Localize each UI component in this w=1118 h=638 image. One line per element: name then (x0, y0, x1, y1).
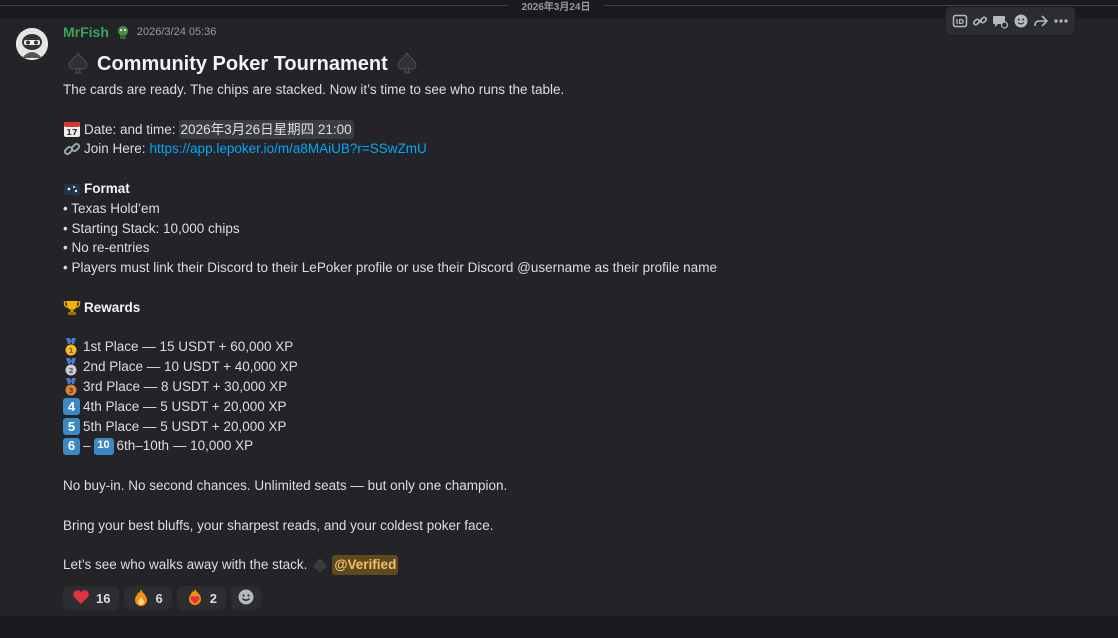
buyin-text: No buy-in. No second chances. Unlimited … (63, 477, 508, 493)
final-line: Let’s see who walks away with the stack.… (63, 555, 1103, 575)
spade-icon (394, 50, 420, 81)
emoji-icon[interactable] (1011, 10, 1031, 32)
keycap-10-icon: 10 (93, 437, 114, 455)
message-title: Community Poker Tournament (65, 50, 1103, 80)
keycap-5-icon: 5 (63, 417, 80, 435)
message-header: MrFish 2026/3/24 05:36 (63, 23, 216, 41)
avatar[interactable] (16, 28, 48, 60)
verified-role-mention[interactable]: @Verified (332, 555, 399, 575)
format-item: • Players must link their Discord to the… (63, 260, 717, 276)
reward-line: 6 – 10 6th–10th — 10,000 XP (63, 436, 1103, 456)
link-emoji-icon (63, 140, 81, 158)
sparkles-icon (63, 180, 81, 198)
svg-text:2: 2 (69, 367, 74, 375)
forward-icon[interactable] (1031, 10, 1051, 32)
keycap-6-icon: 6 (63, 437, 80, 455)
format-item: • Texas Hold’em (63, 200, 160, 216)
format-heading: Format (63, 179, 1103, 199)
2nd-place-medal-icon: 2 (63, 358, 79, 376)
timestamp[interactable]: 2026/3/24 05:36 (137, 26, 217, 38)
format-item: • Starting Stack: 10,000 chips (63, 220, 240, 236)
intro-text: The cards are ready. The chips are stack… (63, 82, 565, 97)
reply-thread-icon[interactable] (990, 10, 1010, 32)
add-emoji-icon (237, 588, 255, 609)
fire-icon (133, 588, 149, 609)
reward-line: 5 5th Place — 5 USDT + 20,000 XP (63, 417, 1103, 437)
username[interactable]: MrFish (63, 24, 109, 40)
heart-on-fire-icon (186, 588, 204, 609)
heart-icon (72, 589, 90, 608)
rewards-heading: Rewards (63, 298, 1103, 318)
keycap-4-icon: 4 (63, 398, 80, 416)
trophy-icon (63, 299, 81, 317)
svg-text:17: 17 (66, 128, 77, 137)
svg-text:ID: ID (956, 18, 965, 26)
1st-place-medal-icon: 1 (63, 338, 79, 356)
club-icon (312, 557, 328, 573)
reaction-fire[interactable]: 6 (124, 586, 172, 610)
svg-text:3: 3 (69, 387, 74, 395)
join-line: Join Here: https://app.lepoker.io/m/a8MA… (63, 139, 1103, 159)
format-item: • No re-entries (63, 240, 150, 256)
calendar-icon: 17 (63, 120, 81, 138)
bottom-bar (0, 616, 1118, 638)
bluffs-text: Bring your best bluffs, your sharpest re… (63, 517, 494, 533)
3rd-place-medal-icon: 3 (63, 377, 79, 396)
join-link[interactable]: https://app.lepoker.io/m/a8MAiUB?r=SSwZm… (150, 139, 427, 159)
reactions-bar: 16 6 2 (63, 586, 261, 610)
reward-line: 2 2nd Place — 10 USDT + 40,000 XP (63, 357, 1103, 377)
date-divider-label: 2026年3月24日 (521, 2, 591, 13)
message-content: Community Poker Tournament The cards are… (63, 50, 1103, 575)
svg-text:1: 1 (69, 347, 74, 355)
message-toolbar: ID (945, 6, 1076, 36)
add-reaction-button[interactable] (230, 586, 261, 610)
reaction-heart-on-fire[interactable]: 2 (176, 586, 226, 610)
id-icon[interactable]: ID (950, 10, 970, 32)
server-tag-icon[interactable] (115, 24, 131, 40)
date-line: 17 Date: and time: 2026年3月26日星期四 21:00 (63, 119, 1103, 140)
date-time-chip[interactable]: 2026年3月26日星期四 21:00 (178, 119, 354, 140)
more-icon[interactable] (1051, 10, 1071, 32)
reward-line: 4 4th Place — 5 USDT + 20,000 XP (63, 397, 1103, 417)
link-icon[interactable] (970, 10, 990, 32)
spade-icon (65, 50, 91, 81)
reaction-heart[interactable]: 16 (63, 586, 120, 610)
reward-line: 3 3rd Place — 8 USDT + 30,000 XP (63, 377, 1103, 397)
reward-line: 1 1st Place — 15 USDT + 60,000 XP (63, 337, 1103, 357)
